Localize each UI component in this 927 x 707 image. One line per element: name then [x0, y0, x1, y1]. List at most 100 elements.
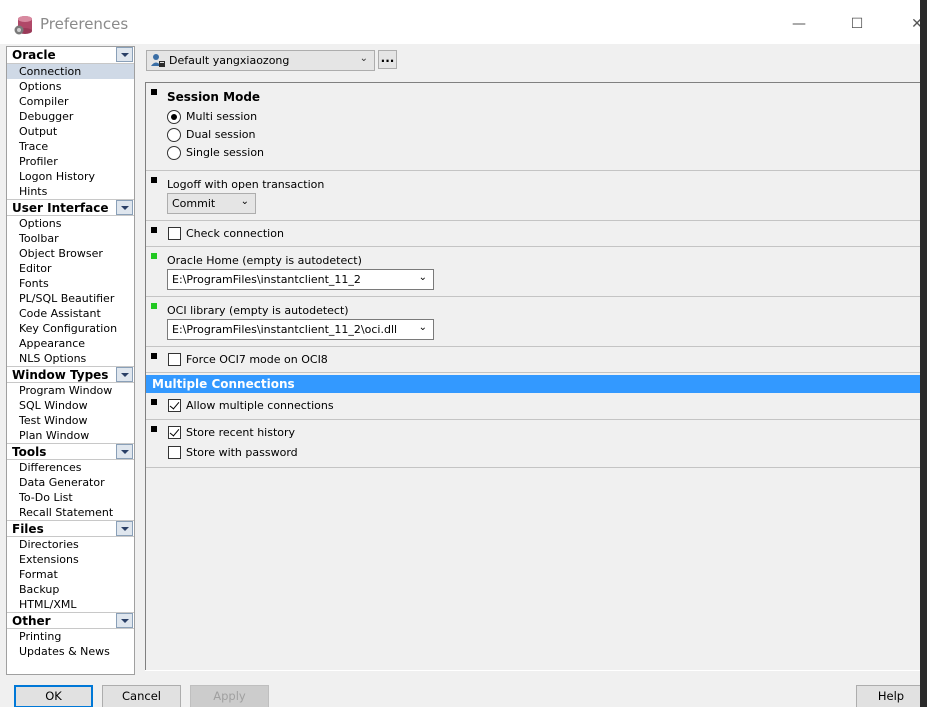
ok-button[interactable]: OK — [14, 685, 93, 707]
panel-divider — [145, 670, 921, 671]
radio-dual-session[interactable] — [167, 128, 181, 142]
oci-library-input[interactable]: E:\ProgramFiles\instantclient_11_2\oci.d… — [167, 319, 434, 340]
nav-item-html-xml[interactable]: HTML/XML — [7, 597, 134, 612]
maximize-icon[interactable]: ☐ — [845, 12, 869, 36]
collapse-arrow-icon[interactable] — [116, 444, 133, 459]
nav-item-recall-statement[interactable]: Recall Statement — [7, 505, 134, 520]
nav-item-to-do-list[interactable]: To-Do List — [7, 490, 134, 505]
store-recent-checkbox[interactable] — [168, 426, 181, 439]
collapse-arrow-icon[interactable] — [116, 200, 133, 215]
nav-group-label: Other — [12, 614, 51, 628]
nav-item-compiler[interactable]: Compiler — [7, 94, 134, 109]
force-oci7-section: Force OCI7 mode on OCI8 — [146, 347, 922, 373]
window-edge — [920, 0, 927, 707]
nav-item-connection[interactable]: Connection — [7, 64, 134, 79]
preferences-nav: Oracle Connection Options Compiler Debugger O… — [6, 46, 135, 675]
nav-item-profiler[interactable]: Profiler — [7, 154, 134, 169]
section-marker — [151, 399, 157, 405]
nav-group-user-interface[interactable]: User Interface — [7, 199, 134, 216]
apply-button[interactable]: Apply — [190, 685, 269, 707]
profile-value: Default yangxiaozong — [169, 54, 290, 67]
nav-group-label: Files — [12, 522, 44, 536]
help-button[interactable]: Help — [856, 685, 926, 707]
allow-multiple-checkbox[interactable] — [168, 399, 181, 412]
nav-item-extensions[interactable]: Extensions — [7, 552, 134, 567]
radio-dual-session-label: Dual session — [186, 128, 256, 141]
nav-item-plan-window[interactable]: Plan Window — [7, 428, 134, 443]
radio-multi-session[interactable] — [167, 110, 181, 124]
nav-item-key-configuration[interactable]: Key Configuration — [7, 321, 134, 336]
allow-multiple-label: Allow multiple connections — [186, 399, 334, 412]
nav-group-other[interactable]: Other — [7, 612, 134, 629]
nav-item-output[interactable]: Output — [7, 124, 134, 139]
radio-multi-session-label: Multi session — [186, 110, 258, 123]
cancel-button[interactable]: Cancel — [102, 685, 181, 707]
store-recent-label: Store recent history — [186, 426, 296, 439]
radio-single-session-label: Single session — [186, 146, 265, 159]
chevron-down-icon: ⌄ — [418, 322, 427, 333]
nav-item-object-browser[interactable]: Object Browser — [7, 246, 134, 261]
collapse-arrow-icon[interactable] — [116, 367, 133, 382]
force-oci7-label: Force OCI7 mode on OCI8 — [186, 353, 328, 366]
oci-library-section: OCI library (empty is autodetect) E:\Pro… — [146, 297, 922, 347]
nav-item-editor[interactable]: Editor — [7, 261, 134, 276]
section-marker — [151, 426, 157, 432]
nav-item-data-generator[interactable]: Data Generator — [7, 475, 134, 490]
nav-item-test-window[interactable]: Test Window — [7, 413, 134, 428]
nav-group-oracle[interactable]: Oracle — [7, 47, 134, 64]
chevron-down-icon: ⌄ — [418, 272, 427, 283]
logoff-select[interactable]: Commit ⌄ — [167, 193, 256, 214]
nav-item-code-assistant[interactable]: Code Assistant — [7, 306, 134, 321]
title-bar: Preferences — ☐ ✕ — [0, 0, 927, 44]
section-marker — [151, 303, 157, 309]
nav-group-label: Window Types — [12, 368, 109, 382]
window-title: Preferences — [40, 15, 129, 33]
section-marker — [151, 353, 157, 359]
allow-multiple-section: Allow multiple connections — [146, 393, 922, 420]
check-connection-checkbox[interactable] — [168, 227, 181, 240]
multiple-connections-header: Multiple Connections — [146, 375, 922, 393]
store-password-checkbox[interactable] — [168, 446, 181, 459]
store-history-section: Store recent history Store with password — [146, 420, 922, 468]
nav-group-window-types[interactable]: Window Types — [7, 366, 134, 383]
section-marker — [151, 89, 157, 95]
collapse-arrow-icon[interactable] — [116, 521, 133, 536]
nav-group-label: Oracle — [12, 48, 56, 62]
nav-item-logon-history[interactable]: Logon History — [7, 169, 134, 184]
oracle-home-input[interactable]: E:\ProgramFiles\instantclient_11_2 ⌄ — [167, 269, 434, 290]
profile-select[interactable]: Default yangxiaozong ⌄ — [146, 50, 375, 71]
nav-item-options[interactable]: Options — [7, 79, 134, 94]
logoff-section: Logoff with open transaction Commit ⌄ — [146, 171, 922, 221]
nav-item-toolbar[interactable]: Toolbar — [7, 231, 134, 246]
oci-library-value: E:\ProgramFiles\instantclient_11_2\oci.d… — [172, 323, 398, 336]
nav-group-tools[interactable]: Tools — [7, 443, 134, 460]
nav-item-options[interactable]: Options — [7, 216, 134, 231]
nav-item-printing[interactable]: Printing — [7, 629, 134, 644]
nav-item-format[interactable]: Format — [7, 567, 134, 582]
section-marker — [151, 177, 157, 183]
radio-single-session[interactable] — [167, 146, 181, 160]
nav-item-differences[interactable]: Differences — [7, 460, 134, 475]
minimize-icon[interactable]: — — [787, 12, 811, 36]
nav-item-program-window[interactable]: Program Window — [7, 383, 134, 398]
nav-item-fonts[interactable]: Fonts — [7, 276, 134, 291]
profile-more-button[interactable]: ... — [378, 50, 397, 69]
oracle-home-label: Oracle Home (empty is autodetect) — [167, 254, 362, 267]
nav-item-directories[interactable]: Directories — [7, 537, 134, 552]
nav-item-debugger[interactable]: Debugger — [7, 109, 134, 124]
nav-group-label: User Interface — [12, 201, 109, 215]
nav-item-hints[interactable]: Hints — [7, 184, 134, 199]
nav-item-trace[interactable]: Trace — [7, 139, 134, 154]
oci-library-label: OCI library (empty is autodetect) — [167, 304, 349, 317]
nav-group-files[interactable]: Files — [7, 520, 134, 537]
collapse-arrow-icon[interactable] — [116, 613, 133, 628]
nav-item-pl-sql-beautifier[interactable]: PL/SQL Beautifier — [7, 291, 134, 306]
nav-item-updates-news[interactable]: Updates & News — [7, 644, 134, 659]
nav-item-nls-options[interactable]: NLS Options — [7, 351, 134, 366]
chevron-down-icon: ⌄ — [240, 196, 249, 207]
nav-item-backup[interactable]: Backup — [7, 582, 134, 597]
nav-item-sql-window[interactable]: SQL Window — [7, 398, 134, 413]
force-oci7-checkbox[interactable] — [168, 353, 181, 366]
collapse-arrow-icon[interactable] — [116, 47, 133, 62]
nav-item-appearance[interactable]: Appearance — [7, 336, 134, 351]
